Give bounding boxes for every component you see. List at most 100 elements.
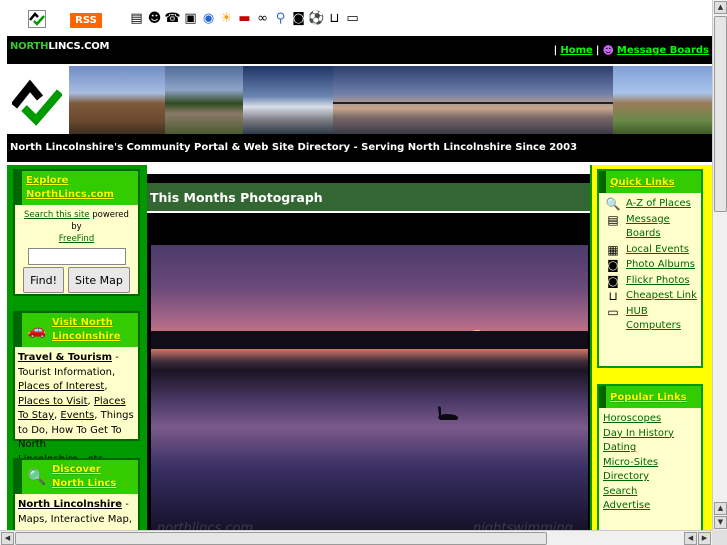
site-search-input[interactable] xyxy=(27,248,126,265)
computer-icon[interactable]: ▭ xyxy=(344,10,361,27)
scroll-left-arrow-icon[interactable]: ◀ xyxy=(1,532,14,545)
photo-treeline xyxy=(151,331,588,349)
people-icon[interactable]: ☻ xyxy=(146,10,163,27)
camera-icon[interactable]: ◙ xyxy=(290,10,307,27)
explore-link[interactable]: Explore NorthLincs.com xyxy=(26,174,134,202)
left-sidebar: Explore NorthLincs.com Search this site … xyxy=(7,165,145,530)
quick-links-list: 🔍 A-Z of Places ▤ Message Boards ▦ Local… xyxy=(599,193,701,339)
popular-link-day-in-history[interactable]: Day In History xyxy=(603,427,698,442)
board-icon: ▤ xyxy=(607,212,619,227)
freefind-link[interactable]: FreeFind xyxy=(59,234,94,244)
quick-link-hub-computers[interactable]: HUB Computers xyxy=(626,305,698,334)
photo-section-title: This Months Photograph xyxy=(147,183,590,213)
toolbar-icon-strip: ▤ ☻ ☎ ▣ ◉ ☀ ▬ ∞ ⚲ ◙ ⚽ ⊔ ▭ xyxy=(128,10,361,30)
sun-icon[interactable]: ☀ xyxy=(218,10,235,27)
discover-north-lincs-link[interactable]: Discover North Lincs xyxy=(52,463,134,491)
north-lincolnshire-link[interactable]: North Lincolnshire xyxy=(18,499,122,510)
popular-link-advertise[interactable]: Advertise xyxy=(603,499,698,514)
northlincs-logo-icon[interactable] xyxy=(12,76,62,126)
cart-icon: ⊔ xyxy=(608,289,618,303)
phone-icon[interactable]: ☎ xyxy=(164,10,181,27)
home-link[interactable]: Home xyxy=(560,45,592,56)
explore-box-header: Explore NorthLincs.com xyxy=(15,171,138,205)
quick-link-photo-albums[interactable]: Photo Albums xyxy=(626,258,695,273)
message-boards-link[interactable]: Message Boards xyxy=(617,45,709,56)
vertical-scroll-thumb[interactable] xyxy=(714,16,727,212)
header-sep-2: | xyxy=(595,45,600,56)
scroll-up-arrow-icon[interactable]: ▲ xyxy=(714,1,727,14)
site-tagline: North Lincolnshire's Community Portal & … xyxy=(7,134,712,162)
scroll-right-arrow-icon[interactable]: ▶ xyxy=(698,532,711,545)
visit-north-lincolnshire-link[interactable]: Visit North Lincolnshire xyxy=(52,316,134,344)
places-of-interest-link[interactable]: Places of Interest xyxy=(18,381,104,392)
scrollbar-corner xyxy=(712,530,727,545)
explore-box: Explore NorthLincs.com Search this site … xyxy=(13,169,140,296)
quick-link-item: ⊔ Cheapest Link xyxy=(603,289,698,304)
quick-link-a-z[interactable]: A-Z of Places xyxy=(626,197,691,212)
computer-icon: ▭ xyxy=(607,304,619,319)
vertical-scrollbar[interactable]: ▲ ▲ ▼ xyxy=(712,0,727,530)
globe-icon[interactable]: ◉ xyxy=(200,10,217,27)
discover-box-body: North Lincolnshire - Maps, Interactive M… xyxy=(15,494,138,530)
travel-tourism-link[interactable]: Travel & Tourism xyxy=(18,352,112,363)
popular-links-box: Popular Links Horoscopes Day In History … xyxy=(597,384,703,530)
quick-link-item: ◙ Photo Albums xyxy=(603,258,698,273)
quick-link-item: ▭ HUB Computers xyxy=(603,305,698,334)
quick-link-item: ▤ Message Boards xyxy=(603,213,698,242)
quick-link-cheapest-link[interactable]: Cheapest Link xyxy=(626,289,697,304)
visit-box-header: 🚗 Visit North Lincolnshire xyxy=(15,313,138,347)
bridge-deck xyxy=(333,102,613,104)
popular-link-dating[interactable]: Dating xyxy=(603,441,698,456)
magnifier-icon: 🔍 xyxy=(27,468,47,486)
content-top-strip xyxy=(147,165,590,174)
car-icon: 🚗 xyxy=(27,321,47,339)
popular-link-micro-sites[interactable]: Micro-Sites xyxy=(603,456,698,471)
site-map-button[interactable]: Site Map xyxy=(68,267,130,293)
banner-photo-bridge xyxy=(333,66,613,134)
horizontal-scrollbar[interactable]: ◀ ◀ ▶ xyxy=(0,530,712,545)
quick-link-flickr-photos[interactable]: Flickr Photos xyxy=(626,274,690,289)
brand-logo-text[interactable]: NORTHLINCS.COM xyxy=(10,41,109,52)
album-icon[interactable]: ▣ xyxy=(182,10,199,27)
popular-link-horoscopes[interactable]: Horoscopes xyxy=(603,412,698,427)
rss-button[interactable]: RSS xyxy=(70,13,102,28)
scroll-left-arrow-icon[interactable]: ◀ xyxy=(684,532,697,545)
quick-link-item: ▦ Local Events xyxy=(603,243,698,258)
scroll-down-arrow-icon[interactable]: ▼ xyxy=(714,516,727,529)
board-icon[interactable]: ▤ xyxy=(128,10,145,27)
magnifier-icon: 🔍 xyxy=(605,197,621,211)
site-logo-icon[interactable] xyxy=(28,10,46,28)
football-icon[interactable]: ⚽ xyxy=(308,10,325,27)
quick-links-title[interactable]: Quick Links xyxy=(610,177,675,188)
quick-link-local-events[interactable]: Local Events xyxy=(626,243,689,258)
car-icon[interactable]: ▬ xyxy=(236,10,253,27)
search-note: Search this site powered by FreeFind xyxy=(18,209,135,245)
popular-link-directory[interactable]: Directory xyxy=(603,470,698,485)
monthly-photograph[interactable]: northlincs.com nightswimming xyxy=(151,245,588,530)
search-button-row: Find! Site Map xyxy=(18,267,135,293)
quick-link-item: 🔍 A-Z of Places xyxy=(603,197,698,212)
header-sep: | xyxy=(553,45,558,56)
brand-north: NORTH xyxy=(10,41,49,52)
visit-box: 🚗 Visit North Lincolnshire Travel & Tour… xyxy=(13,311,140,465)
search-this-site-link[interactable]: Search this site xyxy=(24,210,89,220)
quick-link-message-boards[interactable]: Message Boards xyxy=(626,213,698,242)
camera-icon: ◙ xyxy=(607,258,619,272)
horizontal-scroll-thumb[interactable] xyxy=(15,532,547,545)
find-button[interactable]: Find! xyxy=(23,267,65,293)
browser-viewport: RSS ▤ ☻ ☎ ▣ ◉ ☀ ▬ ∞ ⚲ ◙ ⚽ ⊔ ▭ NORTHLINCS… xyxy=(0,0,712,530)
banner-photo-house xyxy=(165,66,243,134)
brand-rest: LINCS.COM xyxy=(48,41,110,52)
photo-banner xyxy=(7,62,712,134)
popular-links-list: Horoscopes Day In History Dating Micro-S… xyxy=(599,408,701,518)
cart-icon[interactable]: ⊔ xyxy=(326,10,343,27)
popular-links-title[interactable]: Popular Links xyxy=(610,392,687,403)
places-to-visit-link[interactable]: Places to Visit xyxy=(18,396,88,407)
scroll-up-arrow-icon[interactable]: ▲ xyxy=(714,502,727,515)
header-links: | Home | ☻ Message Boards xyxy=(554,44,709,57)
photo-watermark-right: nightswimming xyxy=(473,521,573,530)
search-icon[interactable]: ⚲ xyxy=(272,10,289,27)
popular-link-search[interactable]: Search xyxy=(603,485,698,500)
events-link[interactable]: Events xyxy=(60,410,94,421)
links-icon[interactable]: ∞ xyxy=(254,10,271,27)
